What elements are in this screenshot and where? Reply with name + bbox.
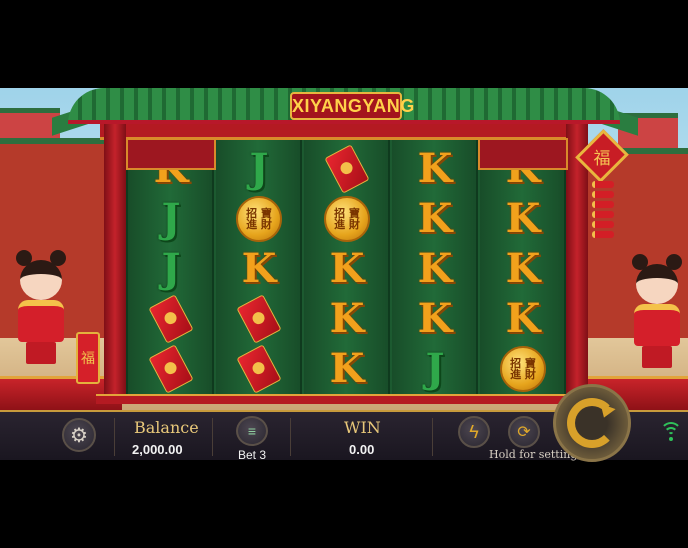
red-envelope-shape — [236, 344, 282, 394]
autoplay-icon[interactable]: ⟳ — [508, 416, 540, 448]
reel-area: KJJJ招 寶 進 財K招 寶 進 財KKKKKKKJKKKK招 寶 進 財 — [126, 140, 566, 394]
symbol-k: K — [304, 342, 390, 396]
divider — [290, 418, 291, 456]
symbol-k-label: K — [329, 345, 365, 392]
symbol-k: K — [216, 242, 302, 296]
symbol-k: K — [480, 192, 566, 246]
symbol-k: K — [480, 242, 566, 296]
reel-base-beam — [96, 394, 592, 404]
symbol-j-label: J — [249, 145, 269, 192]
game-scene: XIYANGYANG KJJJ招 寶 進 財K招 寶 進 財KKKKKKKJKK… — [0, 88, 688, 410]
reel-column: KKKK招 寶 進 財 — [480, 140, 566, 394]
symbol-j-label: J — [425, 345, 445, 392]
game-screen: XIYANGYANG KJJJ招 寶 進 財K招 寶 進 財KKKKKKKJKK… — [0, 0, 688, 548]
firecracker-icon: 福 — [76, 332, 100, 384]
decor-bracket-left — [126, 138, 216, 170]
spin-button[interactable] — [553, 384, 631, 462]
symbol-k-label: K — [417, 245, 453, 292]
red-envelope-icon — [216, 342, 302, 396]
balance-label: Balance — [134, 418, 199, 437]
red-envelope-shape — [236, 294, 282, 344]
symbol-k-label: K — [417, 295, 453, 342]
wifi-icon — [660, 422, 682, 442]
symbol-k: K — [480, 292, 566, 346]
reel-column: KKKKJ — [392, 140, 478, 394]
symbol-k-label: K — [329, 245, 365, 292]
symbol-k-label: K — [329, 295, 365, 342]
symbol-k: K — [392, 242, 478, 296]
symbol-j-label: J — [161, 195, 181, 242]
decor-bracket-right — [478, 138, 568, 170]
symbol-j: J — [392, 342, 478, 396]
character-legs — [26, 342, 56, 364]
reel-column: KJJ — [128, 140, 214, 394]
red-envelope-icon — [216, 292, 302, 346]
symbol-k: K — [392, 292, 478, 346]
game-title: XIYANGYANG — [290, 92, 414, 120]
red-envelope-icon — [128, 342, 214, 396]
character-head — [636, 264, 678, 304]
balance-value: 2,000.00 — [132, 442, 183, 457]
gold-coin-label: 招 寶 進 財 — [324, 196, 370, 242]
gold-coin-icon: 招 寶 進 財 — [480, 342, 566, 396]
bet-label[interactable]: Bet 3 — [238, 448, 266, 462]
divider — [114, 418, 115, 456]
win-value: 0.00 — [349, 442, 375, 457]
red-envelope-icon — [304, 142, 390, 196]
gold-coin-label: 招 寶 進 財 — [236, 196, 282, 242]
symbol-k-label: K — [417, 145, 453, 192]
gold-coin-label: 招 寶 進 財 — [500, 346, 546, 392]
gold-coin-icon: 招 寶 進 財 — [216, 192, 302, 246]
symbol-j: J — [128, 192, 214, 246]
red-envelope-icon — [128, 292, 214, 346]
symbol-k: K — [392, 142, 478, 196]
character-body — [634, 304, 680, 346]
boy-character — [12, 248, 70, 368]
symbol-k-label: K — [417, 195, 453, 242]
symbol-j: J — [128, 242, 214, 296]
divider — [212, 418, 213, 456]
symbol-k: K — [304, 292, 390, 346]
reel-column: J招 寶 進 財K — [216, 140, 302, 394]
lantern-glyph: 福 — [593, 149, 611, 169]
character-legs — [642, 346, 672, 368]
character-head — [20, 260, 62, 300]
symbol-j: J — [216, 142, 302, 196]
win-label: WIN — [344, 418, 381, 437]
red-envelope-shape — [148, 344, 194, 394]
reel-column: 招 寶 進 財KKK — [304, 140, 390, 394]
divider — [432, 418, 433, 456]
symbol-j-label: J — [161, 245, 181, 292]
symbol-k-label: K — [505, 195, 541, 242]
symbol-k-label: K — [241, 245, 277, 292]
red-envelope-shape — [148, 294, 194, 344]
symbol-k: K — [304, 242, 390, 296]
girl-character — [628, 252, 686, 372]
character-body — [18, 300, 64, 342]
pillar-left — [104, 124, 126, 394]
symbol-k-label: K — [505, 245, 541, 292]
firecracker-string-icon — [588, 178, 618, 246]
symbol-k: K — [392, 192, 478, 246]
red-envelope-shape — [324, 144, 370, 194]
symbol-k-label: K — [505, 295, 541, 342]
gear-icon[interactable]: ⚙ — [62, 418, 96, 452]
lightning-icon[interactable]: ϟ — [458, 416, 490, 448]
gold-coin-icon: 招 寶 進 財 — [304, 192, 390, 246]
spin-icon — [567, 398, 617, 448]
coin-stack-icon[interactable]: ≡ — [236, 416, 268, 446]
